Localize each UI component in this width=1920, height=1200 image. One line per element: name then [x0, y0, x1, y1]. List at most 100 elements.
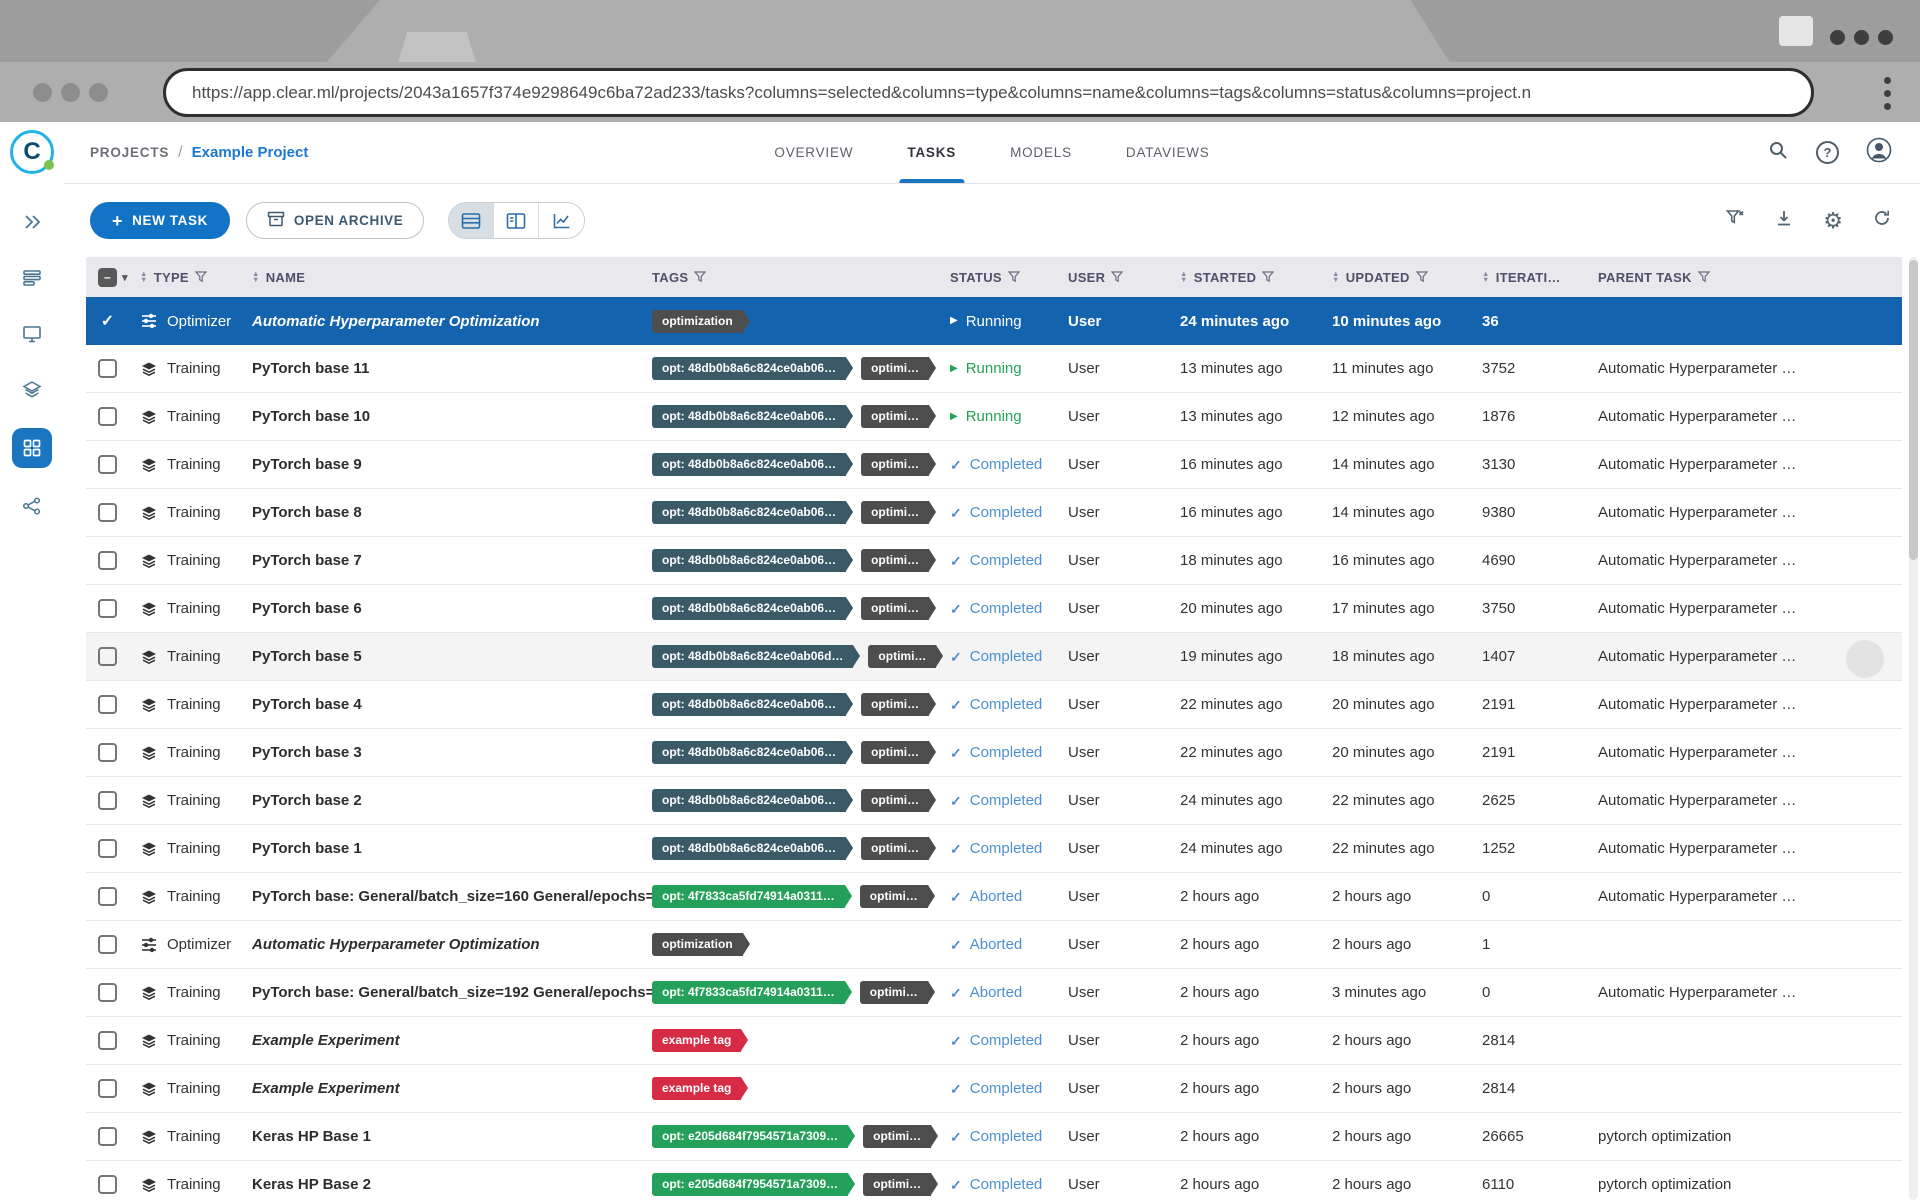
task-name-cell[interactable]: PyTorch base 9: [252, 456, 652, 473]
tag-pill[interactable]: opt: 48db0b8a6c824ce0ab06…: [652, 549, 854, 572]
tag-pill[interactable]: opt: 48db0b8a6c824ce0ab06…: [652, 357, 854, 380]
tag-pill[interactable]: opt: 48db0b8a6c824ce0ab06d…: [652, 645, 861, 668]
tab[interactable]: OVERVIEW: [770, 122, 857, 183]
table-row[interactable]: Training PyTorch base 8 opt: 48db0b8a6c8…: [86, 489, 1902, 537]
clearml-logo[interactable]: C: [10, 130, 54, 174]
task-name-cell[interactable]: Example Experiment: [252, 1080, 652, 1097]
column-header[interactable]: ▲ ▼ STARTED: [1180, 270, 1332, 285]
tag-pill[interactable]: opt: 48db0b8a6c824ce0ab06…: [652, 405, 854, 428]
tab[interactable]: MODELS: [1006, 122, 1076, 183]
tag-pill[interactable]: opt: e205d684f7954571a7309…: [652, 1125, 856, 1148]
row-checkbox[interactable]: [98, 407, 117, 426]
tag-pill[interactable]: example tag: [652, 1029, 749, 1052]
column-header[interactable]: ▲ ▼ NAME: [252, 270, 652, 285]
task-name-cell[interactable]: PyTorch base 6: [252, 600, 652, 617]
select-all-caret-icon[interactable]: [122, 271, 128, 284]
tag-pill[interactable]: optimi…: [861, 837, 937, 860]
row-checkbox[interactable]: [98, 935, 117, 954]
tag-pill[interactable]: opt: 48db0b8a6c824ce0ab06…: [652, 789, 854, 812]
row-checkbox[interactable]: [98, 551, 117, 570]
table-row[interactable]: Training PyTorch base 10 opt: 48db0b8a6c…: [86, 393, 1902, 441]
breadcrumb-root[interactable]: PROJECTS: [90, 145, 169, 160]
breadcrumb-current[interactable]: Example Project: [192, 144, 309, 161]
row-checkbox[interactable]: [98, 983, 117, 1002]
table-row[interactable]: Training PyTorch base 9 opt: 48db0b8a6c8…: [86, 441, 1902, 489]
window-button[interactable]: [1779, 16, 1813, 46]
task-name-cell[interactable]: Automatic Hyperparameter Optimization: [252, 313, 652, 330]
task-name-cell[interactable]: Keras HP Base 1: [252, 1128, 652, 1145]
row-checkbox[interactable]: [98, 1031, 117, 1050]
table-row[interactable]: Training PyTorch base 1 opt: 48db0b8a6c8…: [86, 825, 1902, 873]
tag-pill[interactable]: optimi…: [859, 885, 935, 908]
filter-icon[interactable]: [194, 271, 207, 283]
table-row[interactable]: Training Keras HP Base 2 opt: e205d684f7…: [86, 1161, 1902, 1200]
table-row[interactable]: Training PyTorch base 7 opt: 48db0b8a6c8…: [86, 537, 1902, 585]
row-checkbox[interactable]: [98, 599, 117, 618]
tag-pill[interactable]: optimi…: [861, 501, 937, 524]
tag-pill[interactable]: opt: 48db0b8a6c824ce0ab06…: [652, 597, 854, 620]
tag-pill[interactable]: optimization: [652, 933, 750, 956]
sort-icon[interactable]: ▲ ▼: [1180, 270, 1188, 284]
tag-pill[interactable]: optimization: [652, 309, 750, 333]
table-row[interactable]: Training PyTorch base: General/batch_siz…: [86, 873, 1902, 921]
tag-pill[interactable]: optimi…: [863, 1125, 939, 1148]
tag-pill[interactable]: opt: 48db0b8a6c824ce0ab06…: [652, 741, 854, 764]
settings-icon[interactable]: ⚙: [1823, 209, 1843, 232]
tag-pill[interactable]: optimi…: [861, 549, 937, 572]
task-name-cell[interactable]: PyTorch base 3: [252, 744, 652, 761]
filter-icon[interactable]: [1007, 271, 1020, 283]
tag-pill[interactable]: opt: 4f7833ca5fd74914a0311…: [652, 981, 852, 1004]
row-checkbox[interactable]: [98, 887, 117, 906]
tag-pill[interactable]: optimi…: [859, 981, 935, 1004]
filter-icon[interactable]: [1697, 271, 1710, 283]
table-row[interactable]: Training PyTorch base 3 opt: 48db0b8a6c8…: [86, 729, 1902, 777]
sort-icon[interactable]: ▲ ▼: [140, 270, 148, 284]
table-row[interactable]: Training PyTorch base 5 opt: 48db0b8a6c8…: [86, 633, 1902, 681]
table-row[interactable]: Training Keras HP Base 1 opt: e205d684f7…: [86, 1113, 1902, 1161]
help-icon[interactable]: [1816, 141, 1839, 164]
workers-icon[interactable]: [14, 316, 50, 352]
filter-reset-icon[interactable]: [1725, 208, 1745, 233]
tag-pill[interactable]: optimi…: [861, 357, 937, 380]
tag-pill[interactable]: optimi…: [861, 789, 937, 812]
refresh-icon[interactable]: [1872, 208, 1892, 233]
task-name-cell[interactable]: PyTorch base: General/batch_size=192 Gen…: [252, 984, 652, 1001]
tag-pill[interactable]: opt: e205d684f7954571a7309…: [652, 1173, 856, 1196]
table-row[interactable]: Training Example Experiment example tag …: [86, 1017, 1902, 1065]
row-checkbox[interactable]: [98, 743, 117, 762]
filter-icon[interactable]: [1262, 271, 1275, 283]
scrollbar-thumb[interactable]: [1909, 260, 1918, 560]
column-header[interactable]: ▲▼ TAGS: [652, 270, 950, 285]
pipelines-icon[interactable]: [14, 488, 50, 524]
browser-menu-icon[interactable]: [1884, 77, 1891, 110]
sort-icon[interactable]: ▲ ▼: [1332, 270, 1340, 284]
tab[interactable]: DATAVIEWS: [1122, 122, 1214, 183]
table-row[interactable]: Training PyTorch base: General/batch_siz…: [86, 969, 1902, 1017]
tag-pill[interactable]: optimi…: [863, 1173, 939, 1196]
projects-icon[interactable]: [12, 428, 52, 468]
column-header[interactable]: ▲ ▼ TYPE: [140, 270, 252, 285]
row-checkbox[interactable]: [98, 647, 117, 666]
row-checkbox[interactable]: [98, 1079, 117, 1098]
user-avatar[interactable]: [1866, 137, 1892, 168]
getting-started-icon[interactable]: [14, 204, 50, 240]
task-name-cell[interactable]: Example Experiment: [252, 1032, 652, 1049]
tag-pill[interactable]: optimi…: [861, 741, 937, 764]
tag-pill[interactable]: optimi…: [868, 645, 944, 668]
tab[interactable]: TASKS: [899, 122, 964, 183]
column-header[interactable]: ▲▼ STATUS: [950, 270, 1068, 285]
table-row[interactable]: Optimizer Automatic Hyperparameter Optim…: [86, 297, 1902, 345]
row-checkbox[interactable]: [98, 312, 117, 331]
row-checkbox[interactable]: [98, 455, 117, 474]
tag-pill[interactable]: opt: 48db0b8a6c824ce0ab06…: [652, 693, 854, 716]
queues-icon[interactable]: [14, 260, 50, 296]
table-row[interactable]: Training PyTorch base 4 opt: 48db0b8a6c8…: [86, 681, 1902, 729]
address-bar[interactable]: https://app.clear.ml/projects/2043a1657f…: [163, 68, 1814, 117]
row-checkbox[interactable]: [98, 695, 117, 714]
filter-icon[interactable]: [1415, 271, 1428, 283]
search-icon[interactable]: [1767, 139, 1789, 166]
tag-pill[interactable]: opt: 48db0b8a6c824ce0ab06…: [652, 501, 854, 524]
browser-nav-dots[interactable]: [33, 83, 108, 102]
task-name-cell[interactable]: PyTorch base 11: [252, 360, 652, 377]
task-name-cell[interactable]: PyTorch base 1: [252, 840, 652, 857]
